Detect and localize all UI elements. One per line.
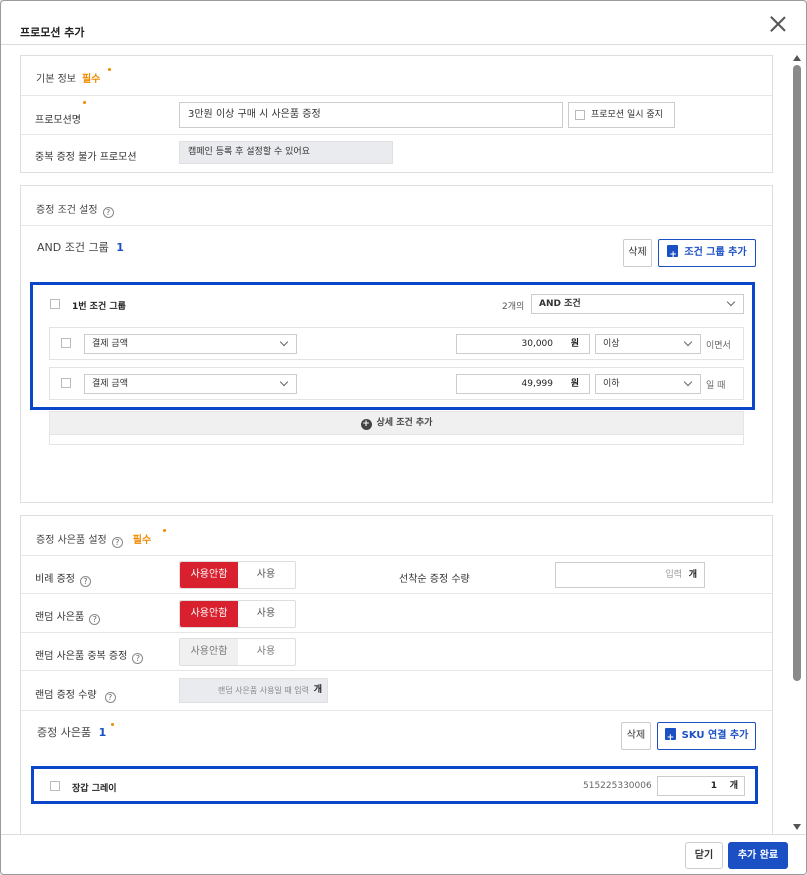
no-dup-field: 캠페인 등록 후 설정할 수 있어요 — [179, 141, 393, 164]
basic-info-header: 기본 정보 필수 — [21, 56, 772, 96]
random-label: 랜덤 사은품 — [35, 612, 85, 623]
random-dup-label: 랜덤 사은품 중복 증정 — [35, 651, 128, 662]
promotion-name-input[interactable]: 3만원 이상 구매 시 사은품 증정 — [179, 102, 563, 128]
help-icon[interactable]: ? — [89, 614, 101, 625]
random-toggle[interactable]: 사용안함 사용 — [179, 600, 296, 628]
no-dup-row: 중복 증정 불가 프로모션 캠페인 등록 후 설정할 수 있어요 — [21, 135, 772, 173]
gift-items-title: 증정 사은품 — [37, 726, 92, 739]
ratio-toggle[interactable]: 사용안함 사용 — [179, 561, 296, 589]
ratio-row: 비례 증정? 사용안함 사용 선착순 증정 수량 입력 개 — [21, 556, 772, 594]
pause-label: 프로모션 일시 중지 — [591, 110, 663, 120]
random-dup-row: 랜덤 사은품 중복 증정? 사용안함 사용 — [21, 633, 772, 671]
modal-title: 프로모션 추가 — [20, 26, 85, 39]
required-badge: 필수 — [132, 535, 152, 546]
gift-header: 증정 사은품 설정? 필수 — [21, 516, 772, 556]
random-qty-row: 랜덤 증정 수량? 랜덤 사은품 사용일 때 입력 개 — [21, 671, 772, 711]
plus-circle-icon: + — [360, 419, 372, 430]
modal-body: 기본 정보 필수 프로모션명 3만원 이상 구매 시 사은품 증정 프로모션 일시… — [1, 45, 790, 834]
condition-group-highlight — [30, 282, 755, 410]
condition-title: 증정 조건 설정 — [36, 205, 98, 216]
help-icon[interactable]: ? — [132, 653, 144, 664]
ratio-label: 비례 증정 — [35, 574, 75, 585]
and-group-count: 1 — [116, 241, 124, 254]
required-badge: 필수 — [81, 74, 101, 85]
scroll-up-icon[interactable] — [793, 55, 801, 61]
random-qty-label: 랜덤 증정 수량 — [35, 690, 97, 701]
close-button[interactable]: 닫기 — [685, 842, 723, 869]
modal-header: 프로모션 추가 — [1, 1, 806, 45]
ratio-off-option[interactable]: 사용안함 — [180, 562, 238, 588]
random-row: 랜덤 사은품? 사용안함 사용 — [21, 594, 772, 633]
scroll-down-icon[interactable] — [793, 824, 801, 830]
delete-gift-button[interactable]: 삭제 — [621, 722, 651, 750]
gift-items-count: 1 — [98, 726, 107, 739]
help-icon[interactable]: ? — [102, 207, 114, 218]
scrollbar-thumb[interactable] — [793, 65, 801, 681]
random-off-option[interactable]: 사용안함 — [180, 601, 238, 627]
first-come-label: 선착순 증정 수량 — [399, 574, 470, 585]
help-icon[interactable]: ? — [111, 537, 123, 548]
delete-group-button[interactable]: 삭제 — [623, 239, 652, 267]
first-come-input[interactable]: 입력 개 — [555, 562, 705, 588]
add-doc-icon — [664, 725, 676, 751]
required-dot — [163, 529, 166, 532]
gift-item-highlight — [31, 766, 758, 804]
random-dup-toggle: 사용안함 사용 — [179, 638, 296, 666]
submit-button[interactable]: 추가 완료 — [728, 842, 788, 869]
gift-title: 증정 사은품 설정 — [36, 535, 107, 546]
add-detail-condition-button[interactable]: + 상세 조건 추가 — [49, 411, 744, 435]
no-dup-label: 중복 증정 불가 프로모션 — [35, 152, 137, 163]
ratio-on-option[interactable]: 사용 — [237, 562, 295, 588]
random-dup-off-option: 사용안함 — [180, 639, 238, 665]
modal-footer: 닫기 추가 완료 — [1, 834, 806, 874]
scrollbar[interactable] — [792, 49, 802, 834]
promotion-add-modal: 프로모션 추가 기본 정보 필수 프로모션명 3만원 이상 구매 시 사은품 증정… — [0, 0, 807, 875]
required-dot — [83, 101, 86, 104]
required-dot — [108, 68, 111, 71]
help-icon[interactable]: ? — [79, 576, 91, 587]
random-on-option[interactable]: 사용 — [237, 601, 295, 627]
required-dot — [111, 723, 114, 726]
promotion-name-row: 프로모션명 3만원 이상 구매 시 사은품 증정 프로모션 일시 중지 — [21, 96, 772, 135]
close-icon[interactable] — [770, 16, 786, 32]
basic-info-card: 기본 정보 필수 프로모션명 3만원 이상 구매 시 사은품 증정 프로모션 일시… — [20, 55, 773, 173]
and-group-title: AND 조건 그룹 — [37, 241, 109, 254]
help-icon[interactable]: ? — [104, 692, 116, 703]
add-group-button[interactable]: 조건 그룹 추가 — [658, 239, 756, 268]
basic-info-title: 기본 정보 — [36, 74, 76, 85]
promotion-name-label: 프로모션명 — [35, 115, 81, 126]
pause-checkbox[interactable] — [575, 110, 585, 120]
add-doc-icon — [667, 242, 679, 268]
pause-checkbox-box[interactable]: 프로모션 일시 중지 — [568, 102, 675, 128]
random-qty-input: 랜덤 사은품 사용일 때 입력 개 — [179, 678, 328, 703]
random-dup-on-option: 사용 — [256, 646, 276, 657]
condition-header: 증정 조건 설정? — [21, 186, 772, 226]
sku-link-button[interactable]: SKU 연결 추가 — [657, 722, 756, 751]
